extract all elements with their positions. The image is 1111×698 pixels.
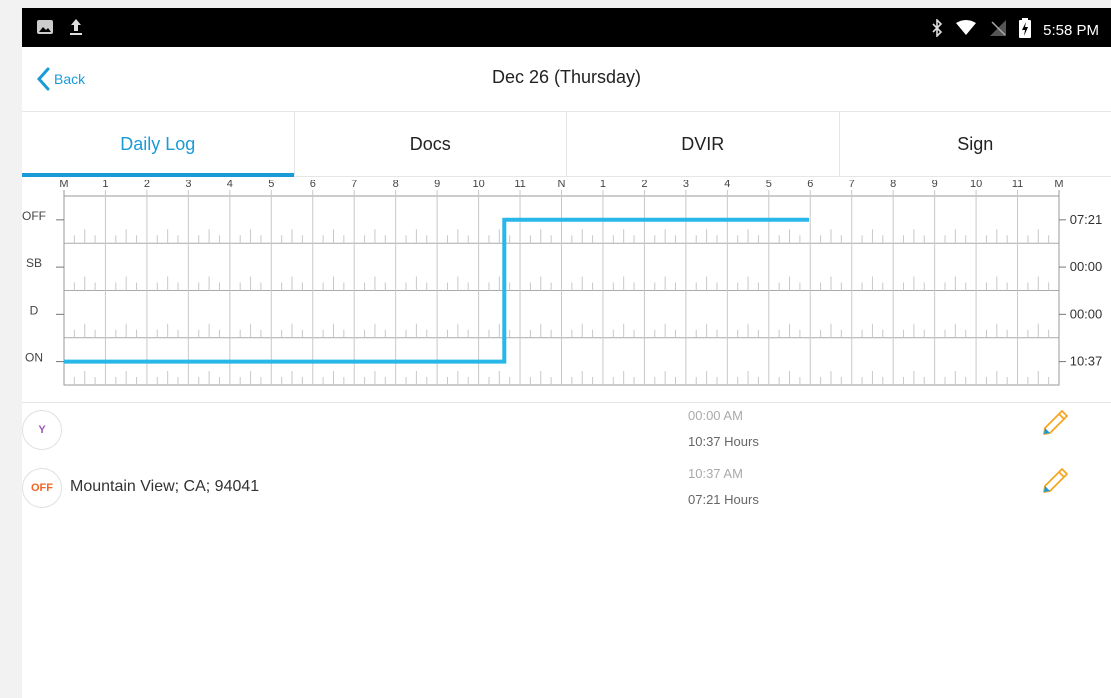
app-header: Back Dec 26 (Thursday) (22, 47, 1111, 112)
entry-location: Mountain View; CA; 94041 (70, 478, 260, 495)
pencil-icon (1043, 468, 1068, 493)
tab-docs[interactable]: Docs (295, 112, 567, 176)
hour-label: 10 (472, 180, 484, 190)
page-title: Dec 26 (Thursday) (491, 67, 642, 87)
hour-label: 7 (351, 180, 357, 190)
entry-time: 10:37 AM (688, 466, 743, 481)
hour-label: 10 (970, 180, 982, 190)
hour-label: 1 (102, 180, 108, 190)
divider (22, 402, 1111, 403)
bluetooth-icon (931, 18, 943, 41)
entry-duration: 10:37 Hours (688, 434, 759, 449)
edit-button[interactable] (1040, 408, 1070, 443)
log-entry[interactable]: Y 00:00 AM 10:37 Hours (22, 406, 1111, 464)
device-frame: 5:58 PM Back Dec 26 (Thursday) Daily Log… (0, 0, 1111, 698)
clock: 5:58 PM (1043, 21, 1099, 39)
tab-daily-log[interactable]: Daily Log (22, 112, 295, 177)
hour-label: 4 (724, 180, 730, 190)
pencil-icon (1043, 410, 1068, 435)
hour-label: 1 (600, 180, 606, 190)
hour-label: 6 (310, 180, 316, 190)
upload-icon (68, 18, 84, 41)
hour-label: 3 (683, 180, 689, 190)
wifi-icon (955, 20, 977, 40)
status-badge-label: OFF (31, 482, 53, 494)
status-bar: 5:58 PM (22, 8, 1111, 47)
edit-button[interactable] (1040, 466, 1070, 501)
row-label: ON (25, 351, 43, 365)
hour-label: 7 (849, 180, 855, 190)
app-screen: 5:58 PM Back Dec 26 (Thursday) Daily Log… (22, 8, 1111, 698)
hour-label: 11 (1012, 180, 1023, 190)
entry-time: 00:00 AM (688, 408, 743, 423)
hour-label: M (59, 180, 68, 190)
row-total: 07:21 (1070, 212, 1103, 227)
battery-charging-icon (1019, 18, 1032, 42)
row-label: SB (26, 256, 42, 270)
hour-label: 8 (393, 180, 399, 190)
status-badge: Y (22, 410, 62, 450)
hos-log-chart: M 1 2 3 4 5 6 7 8 9 10 11 N 1 2 3 4 5 6 7 8 9 10 11 M OFF 07:21 SB 0… (22, 180, 1103, 386)
hour-label: 5 (268, 180, 274, 190)
no-signal-icon (989, 19, 1007, 41)
hour-label: N (558, 180, 566, 190)
hour-label: 3 (185, 180, 191, 190)
hour-label: 6 (807, 180, 813, 190)
tab-sign[interactable]: Sign (840, 112, 1111, 176)
row-total: 00:00 (1070, 259, 1103, 274)
entry-duration: 07:21 Hours (688, 492, 759, 507)
image-icon (36, 19, 54, 40)
row-label: OFF (22, 209, 46, 223)
tab-dvir[interactable]: DVIR (567, 112, 840, 176)
hour-label: 2 (144, 180, 150, 190)
status-badge: OFF (22, 468, 62, 508)
tab-bar: Daily Log Docs DVIR Sign (22, 112, 1111, 177)
row-total: 10:37 (1070, 354, 1103, 369)
hour-label: 5 (766, 180, 772, 190)
row-label: D (30, 303, 39, 317)
log-entry[interactable]: OFF Mountain View; CA; 94041 10:37 AM 07… (22, 464, 1111, 522)
hour-label: M (1054, 180, 1063, 190)
hour-label: 9 (434, 180, 440, 190)
hour-label: 8 (890, 180, 896, 190)
hour-label: 11 (514, 180, 525, 190)
hour-label: 9 (932, 180, 938, 190)
hour-label: 2 (641, 180, 647, 190)
row-total: 00:00 (1070, 306, 1103, 321)
status-badge-label: Y (38, 424, 46, 436)
hour-label: 4 (227, 180, 233, 190)
